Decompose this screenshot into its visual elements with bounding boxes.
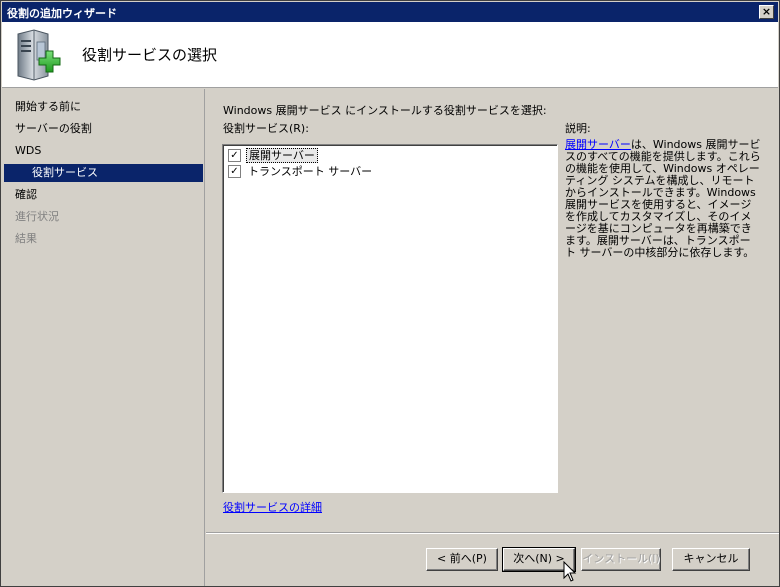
role-services-more-info-link[interactable]: 役割サービスの詳細 <box>223 499 322 515</box>
mouse-pointer-icon <box>563 561 577 582</box>
page-title: 役割サービスの選択 <box>82 46 218 64</box>
sidebar-item-wds[interactable]: WDS <box>2 142 205 160</box>
install-button: インストール(I) <box>581 548 661 571</box>
role-services-list[interactable]: ✓ 展開サーバー ✓ トランスポート サーバー <box>222 144 558 493</box>
instruction-text: Windows 展開サービス にインストールする役割サービスを選択: <box>223 104 547 117</box>
list-item-transport-server[interactable]: ✓ トランスポート サーバー <box>226 164 426 179</box>
sidebar-item-progress: 進行状況 <box>15 210 59 223</box>
server-add-icon <box>17 29 61 81</box>
transport-server-label[interactable]: トランスポート サーバー <box>246 164 374 179</box>
list-item-deployment-server[interactable]: ✓ 展開サーバー <box>226 148 426 163</box>
back-button[interactable]: < 前へ(P) <box>426 548 498 571</box>
sidebar-item-before-you-begin[interactable]: 開始する前に <box>2 98 205 116</box>
title-bar[interactable]: 役割の追加ウィザード × <box>2 2 778 22</box>
description-label: 説明: <box>565 122 591 135</box>
deployment-server-label[interactable]: 展開サーバー <box>246 148 318 163</box>
close-button[interactable]: × <box>759 5 774 19</box>
window-title: 役割の追加ウィザード <box>7 7 117 20</box>
transport-server-checkbox[interactable]: ✓ <box>228 165 241 178</box>
wizard-footer: < 前へ(P) 次へ(N) > インストール(I) キャンセル <box>206 532 779 586</box>
wizard-steps-sidebar: 開始する前に サーバーの役割 WDS 役割サービス 確認 進行状況 結果 <box>2 89 205 586</box>
sidebar-item-confirmation[interactable]: 確認 <box>2 186 205 204</box>
deployment-server-checkbox[interactable]: ✓ <box>228 149 241 162</box>
sidebar-item-server-roles[interactable]: サーバーの役割 <box>2 120 205 138</box>
description-body: は、Windows 展開サービスのすべての機能を提供します。これらの機能を使用し… <box>565 138 761 259</box>
sidebar-item-results: 結果 <box>15 232 37 245</box>
role-services-label: 役割サービス(R): <box>223 122 309 135</box>
description-text: 展開サーバーは、Windows 展開サービスのすべての機能を提供します。これらの… <box>565 139 761 259</box>
wizard-window: 役割の追加ウィザード × 役割サービスの選択 開始する前に サーバーの役割 WD… <box>0 0 780 587</box>
wizard-header: 役割サービスの選択 <box>2 22 778 88</box>
sidebar-item-role-services[interactable]: 役割サービス <box>4 164 203 182</box>
main-content: Windows 展開サービス にインストールする役割サービスを選択: 役割サービ… <box>206 89 779 534</box>
cancel-button[interactable]: キャンセル <box>672 548 750 571</box>
